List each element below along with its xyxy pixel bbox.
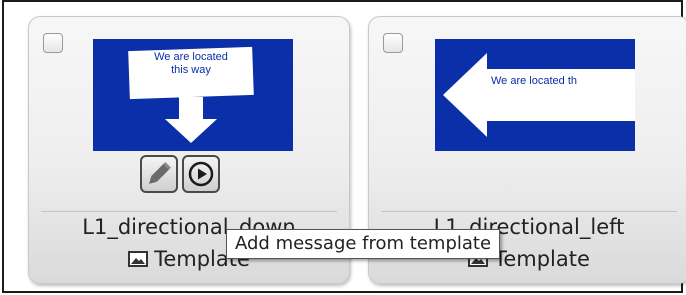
tooltip: Add message from template <box>226 229 501 259</box>
thumbnail-caption: We are located this way <box>154 51 228 76</box>
card-divider <box>381 211 677 212</box>
template-thumbnail[interactable]: We are located this way <box>93 39 293 151</box>
template-type-label: Template <box>494 247 590 271</box>
preview-button[interactable] <box>182 155 220 193</box>
edit-button[interactable] <box>140 155 178 193</box>
play-icon <box>188 161 214 187</box>
pencil-icon <box>149 161 172 184</box>
card-divider <box>41 211 337 212</box>
select-checkbox[interactable] <box>383 33 403 53</box>
image-icon <box>128 251 149 267</box>
left-arrow-sign-graphic <box>435 39 635 151</box>
thumbnail-caption: We are located th <box>491 75 578 87</box>
select-checkbox[interactable] <box>43 33 63 53</box>
template-thumbnail[interactable]: We are located th <box>435 39 635 151</box>
template-gallery: We are located this way L1_directional_d… <box>2 0 686 293</box>
